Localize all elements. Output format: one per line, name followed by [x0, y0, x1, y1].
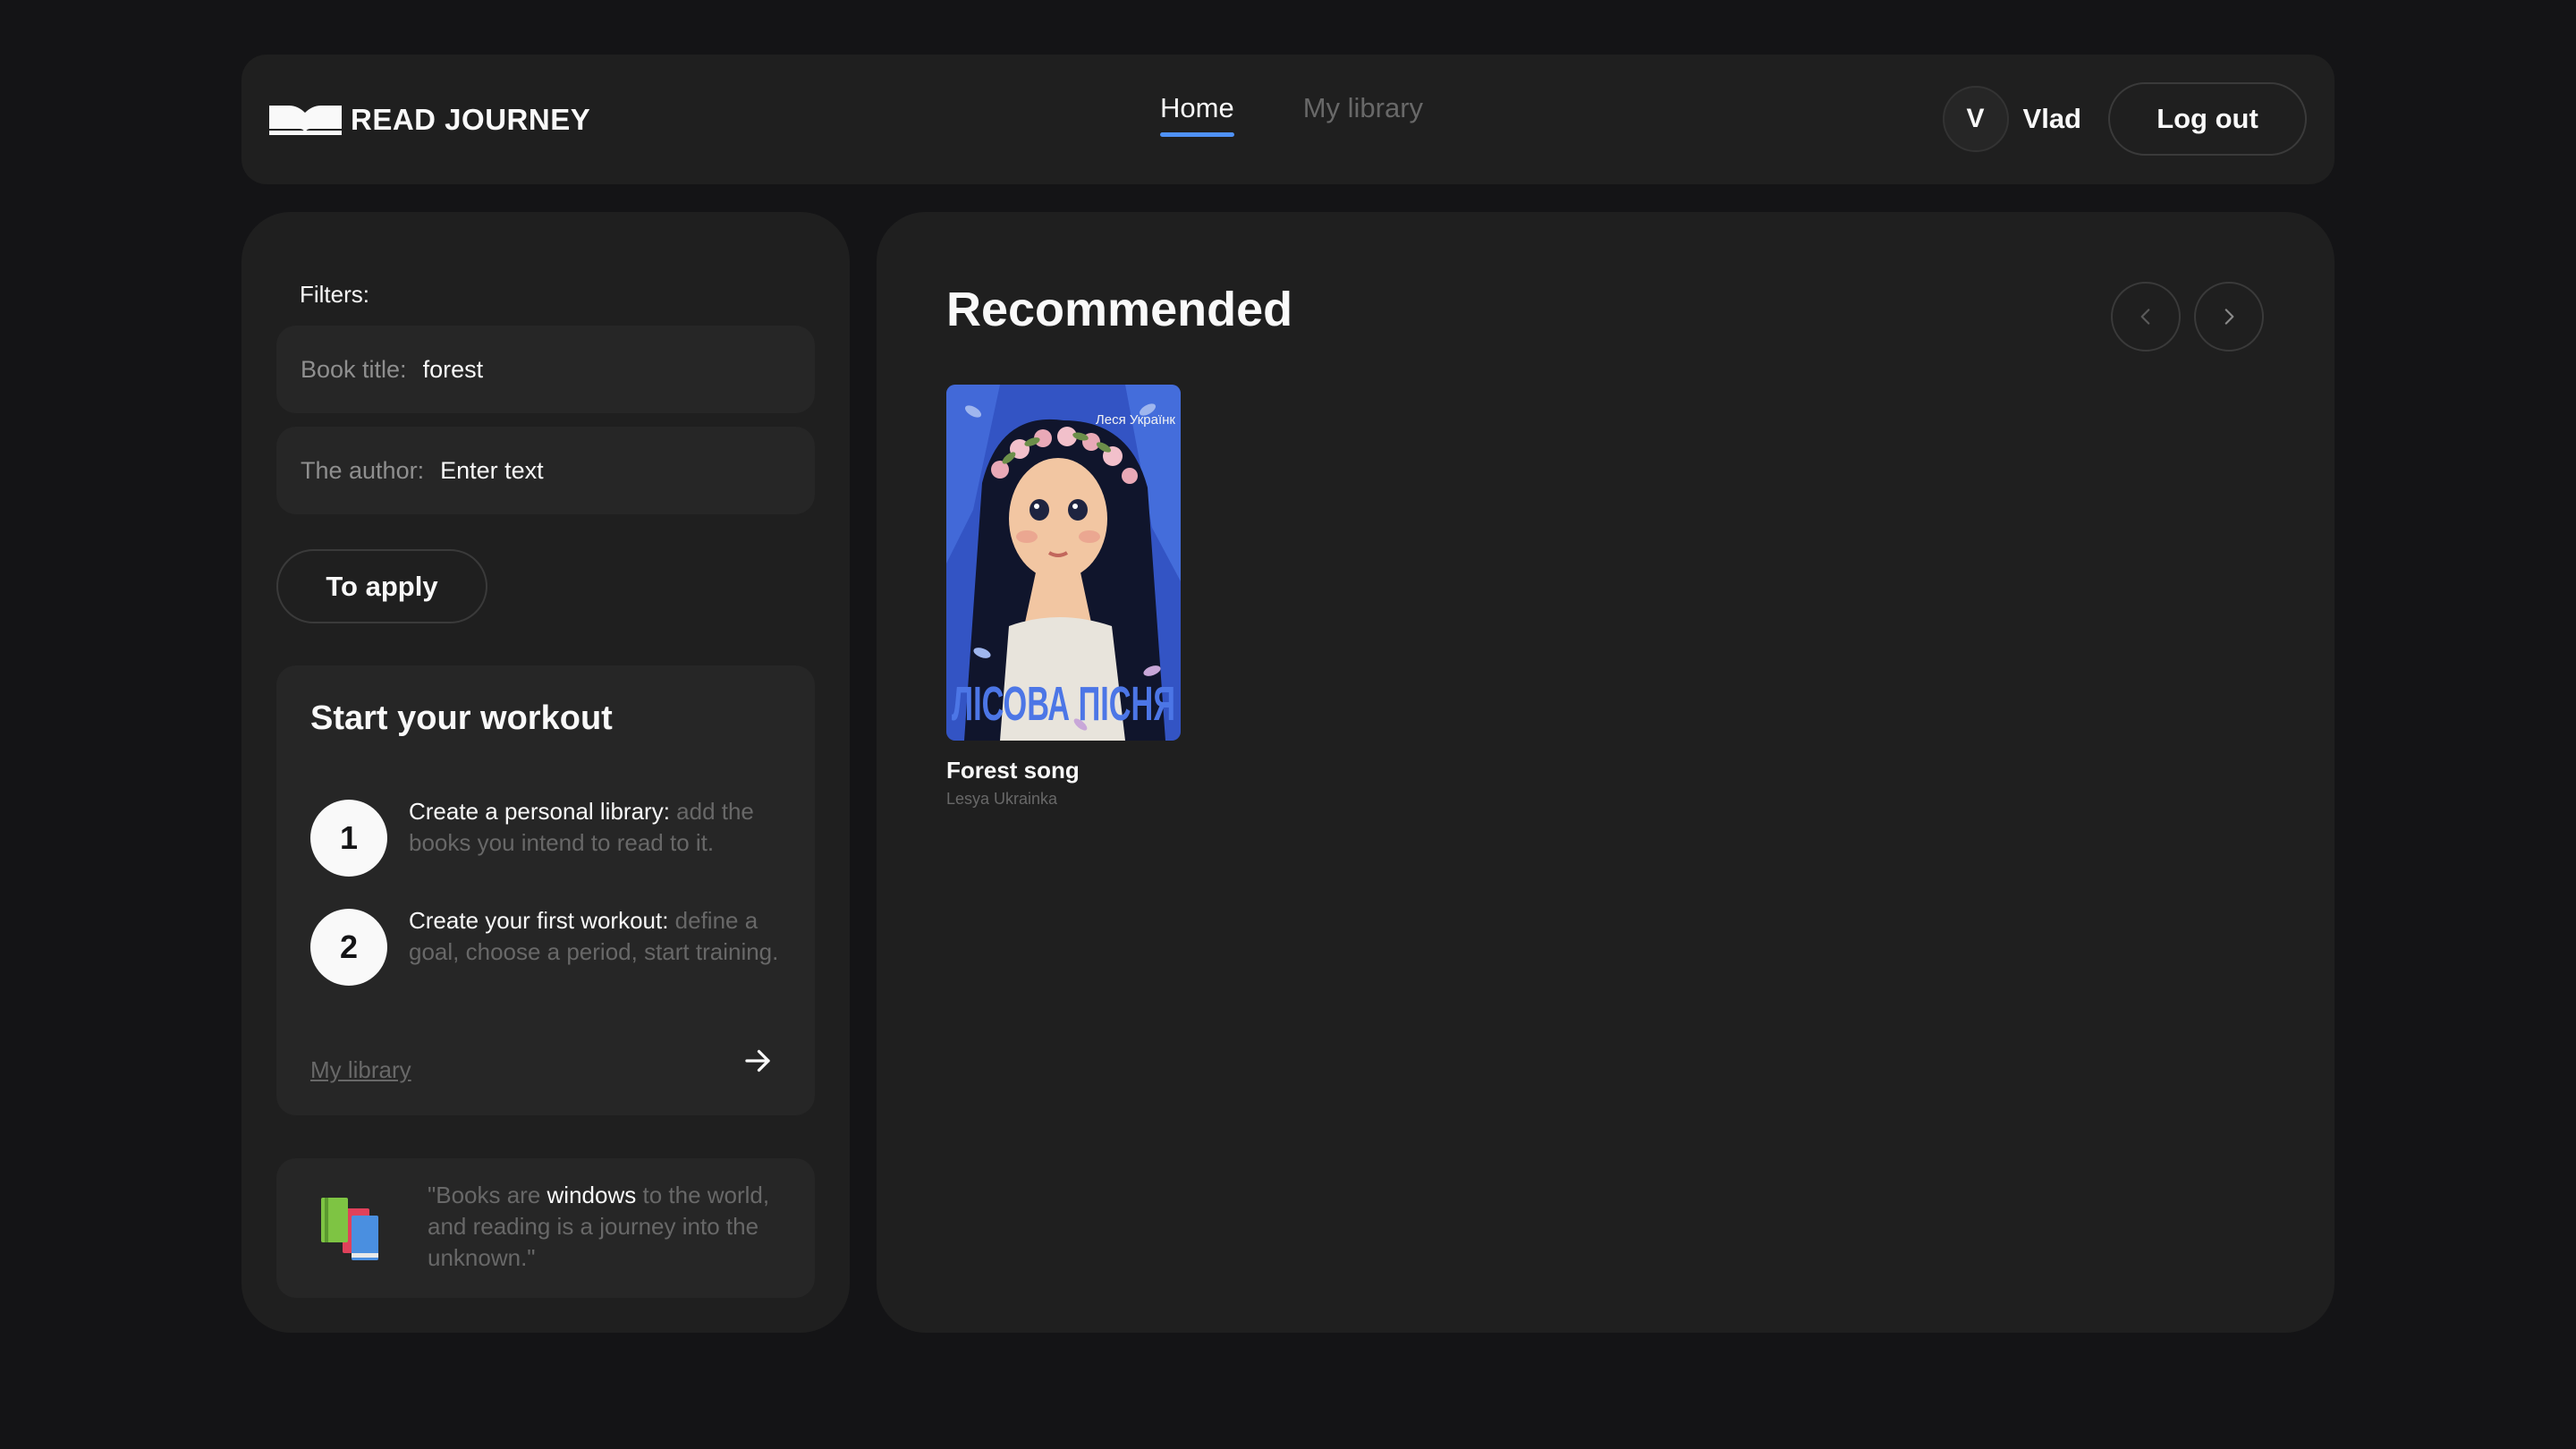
quote-part: "Books are — [428, 1182, 547, 1208]
workout-step: 1 Create a personal library: add the boo… — [310, 798, 784, 877]
logout-button[interactable]: Log out — [2108, 82, 2307, 156]
quote-card: "Books are windows to the world, and rea… — [276, 1158, 815, 1298]
book-cover[interactable]: Леся Українк ЛІСОВА ПІСНЯ — [946, 385, 1181, 741]
quote-highlight: windows — [547, 1182, 637, 1208]
author-input[interactable]: Enter text — [440, 457, 544, 485]
quote-text: "Books are windows to the world, and rea… — [428, 1180, 794, 1274]
logo[interactable]: READ JOURNEY — [269, 103, 590, 137]
user-avatar[interactable]: V — [1942, 86, 2009, 152]
book-title-input[interactable]: forest — [423, 356, 484, 384]
cover-top-text: Леся Українк — [1096, 412, 1176, 428]
step-number: 1 — [310, 800, 387, 877]
filters-label: Filters: — [300, 281, 369, 308]
chevron-left-icon — [2140, 309, 2150, 325]
step-text: Create a personal library: add the books… — [409, 796, 784, 859]
header: READ JOURNEY Home My library V Vlad Log … — [242, 55, 2334, 184]
book-title[interactable]: Forest song — [946, 757, 1181, 784]
author-label: The author: — [301, 456, 425, 484]
step-heading: Create a personal library: — [409, 798, 670, 825]
step-heading: Create your first workout: — [409, 907, 669, 934]
step-text: Create your first workout: define a goal… — [409, 905, 784, 968]
next-page-button[interactable] — [2194, 282, 2264, 352]
book-author: Lesya Ukrainka — [946, 790, 1058, 808]
my-library-link[interactable]: My library — [310, 1056, 411, 1084]
book-title-label: Book title: — [301, 355, 407, 383]
workout-step: 2 Create your first workout: define a go… — [310, 907, 784, 986]
arrow-right-icon[interactable] — [741, 1045, 774, 1077]
recommended-title: Recommended — [946, 283, 1293, 336]
cover-title-text: ЛІСОВА ПІСНЯ — [952, 677, 1175, 731]
book-title-field[interactable]: Book title: forest — [276, 326, 815, 413]
workout-card: Start your workout 1 Create a personal l… — [276, 665, 815, 1115]
book-card[interactable]: Леся Українк ЛІСОВА ПІСНЯ Forest song Le… — [946, 385, 1181, 809]
books-icon — [321, 1198, 378, 1260]
apply-button[interactable]: To apply — [276, 549, 487, 623]
step-number: 2 — [310, 909, 387, 986]
user-bar: V Vlad Log out — [1942, 82, 2307, 156]
logo-text: READ JOURNEY — [351, 103, 591, 136]
main-nav: Home My library — [1160, 92, 1423, 137]
nav-home[interactable]: Home — [1160, 92, 1234, 137]
prev-page-button[interactable] — [2111, 282, 2181, 352]
recommended-panel: Recommended Леся Українк ЛІСОВА ПІСНЯ Fo… — [877, 212, 2334, 1333]
author-field[interactable]: The author: Enter text — [276, 427, 815, 514]
chevron-right-icon — [2224, 309, 2234, 325]
nav-my-library[interactable]: My library — [1303, 92, 1423, 137]
sidebar: Filters: Book title: forest The author: … — [242, 212, 850, 1333]
workout-title: Start your workout — [310, 699, 613, 737]
book-logo-icon — [269, 106, 342, 135]
user-name: Vlad — [2022, 103, 2081, 134]
